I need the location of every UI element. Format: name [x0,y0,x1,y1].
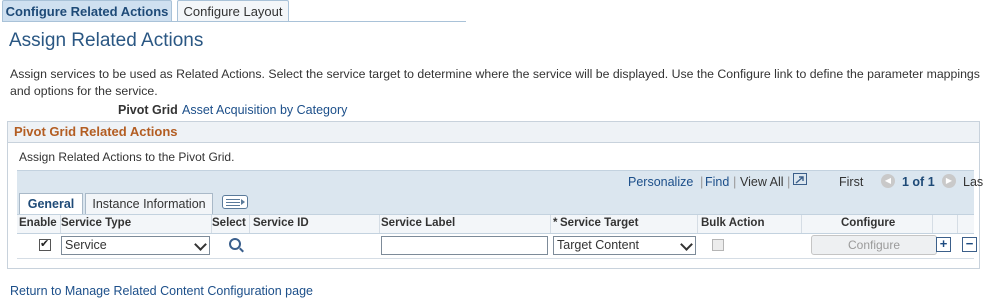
col-service-id: Service ID [253,217,309,229]
col-enable: Enable [19,217,57,229]
col-divider [550,215,551,233]
enable-checkbox[interactable] [39,237,51,251]
service-type-select[interactable]: Service [61,236,210,255]
grid-tabs: General Instance Information [17,192,974,214]
col-divider [801,215,802,233]
chevron-down-icon [194,238,207,251]
view-all-link[interactable]: View All [740,175,784,189]
col-divider [249,215,250,233]
tab-general[interactable]: General [19,193,83,214]
previous-icon[interactable]: ◀ [881,174,895,188]
group-title: Pivot Grid Related Actions [14,124,178,139]
delete-row-button[interactable]: − [962,237,977,252]
grid-navigation-bar: Personalize | Find | View All | First ◀ … [17,170,983,193]
col-divider [379,215,380,233]
page-title: Assign Related Actions [9,30,204,51]
col-divider [957,215,958,233]
service-type-value: Service [65,238,107,252]
page-tabs: Configure Related Actions Configure Layo… [2,0,466,22]
table-row: Service Target Content Configure + − [17,233,977,259]
service-target-select[interactable]: Target Content [553,236,696,255]
next-icon[interactable]: ▶ [942,174,956,188]
service-target-value: Target Content [557,238,639,252]
nav-separator: | [733,174,737,189]
col-service-target: Service Target [560,217,639,229]
col-service-label: Service Label [381,217,456,229]
col-select: Select [212,217,246,229]
col-configure: Configure [841,217,896,229]
find-link[interactable]: Find [705,175,729,189]
row-count: 1 of 1 [902,175,935,189]
last-label: Last [963,175,983,189]
bulk-action-checkbox[interactable] [712,239,724,251]
col-bulk-action: Bulk Action [701,217,765,229]
pivot-grid-link[interactable]: Asset Acquisition by Category [182,103,347,117]
tab-configure-layout[interactable]: Configure Layout [177,0,289,21]
nav-separator: | [700,174,704,189]
group-instruction: Assign Related Actions to the Pivot Grid… [19,150,235,164]
col-divider [932,215,933,233]
first-label: First [839,175,864,189]
pivot-grid-label: Pivot Grid [118,103,178,117]
tab-configure-related-actions[interactable]: Configure Related Actions [2,0,172,22]
personalize-link[interactable]: Personalize [628,175,693,189]
grid-column-header: Enable Service Type Select Service ID Se… [17,214,974,234]
related-actions-group: Pivot Grid Related Actions Assign Relate… [7,121,983,269]
service-label-input[interactable] [381,236,548,255]
configure-button[interactable]: Configure [811,235,937,255]
required-marker: * [553,217,558,229]
download-icon-glyph [795,176,804,184]
tab-instance-information[interactable]: Instance Information [85,193,213,214]
return-link[interactable]: Return to Manage Related Content Configu… [10,284,313,298]
nav-separator: | [787,174,791,189]
show-all-columns-icon[interactable] [222,195,248,209]
chevron-down-icon [680,238,693,251]
search-icon[interactable] [229,238,241,250]
page-description: Assign services to be used as Related Ac… [10,67,980,98]
col-service-type: Service Type [61,217,132,229]
add-row-button[interactable]: + [936,237,951,252]
tab-baseline [2,21,466,22]
download-icon[interactable] [793,173,807,185]
col-divider [697,215,698,233]
